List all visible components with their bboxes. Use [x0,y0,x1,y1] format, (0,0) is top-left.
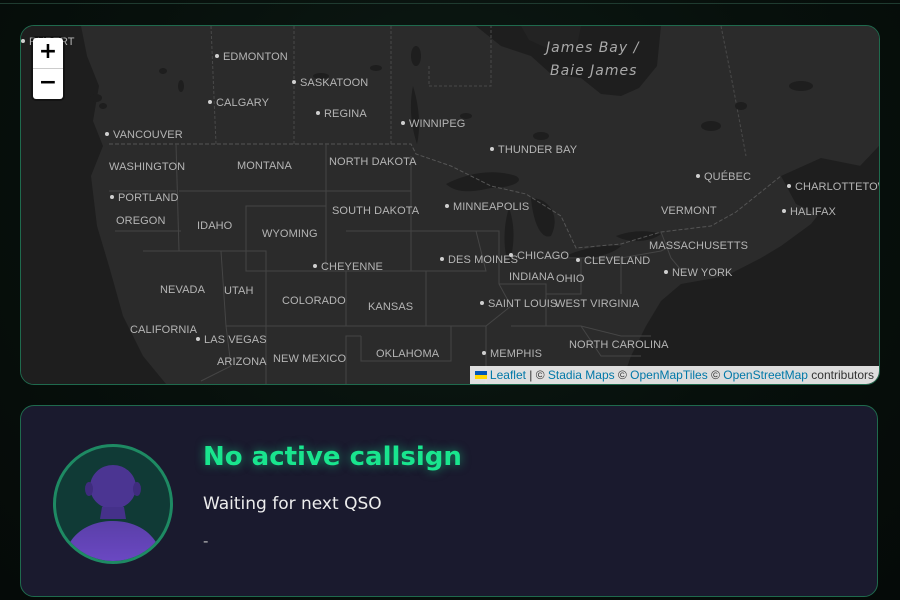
map-label-portland: PORTLAND [110,192,179,204]
attribution-suffix: contributors [807,368,874,382]
map-view[interactable]: + − James Bay / Baie James RUPERT EDMONT… [20,25,880,385]
zoom-out-button[interactable]: − [33,68,63,99]
map-label-new-mexico: NEW MEXICO [273,353,347,365]
openmaptiles-link[interactable]: OpenMapTiles [630,368,708,382]
map-attribution: Leaflet | © Stadia Maps © OpenMapTiles ©… [469,366,879,384]
map-label-minneapolis: MINNEAPOLIS [445,201,529,213]
avatar [53,444,173,564]
stadia-maps-link[interactable]: Stadia Maps [548,368,615,382]
map-label-halifax: HALIFAX [782,206,836,218]
map-label-saint-louis: SAINT LOUIS [480,298,557,310]
map-label-oklahoma: OKLAHOMA [376,348,440,360]
map-label-vancouver: VANCOUVER [105,129,183,141]
map-label-indiana: INDIANA [509,271,555,283]
map-label-massachusetts: MASSACHUSETTS [649,240,749,252]
map-label-quebec: QUÉBEC [696,171,751,183]
water-label-line-1: James Bay / [546,40,640,56]
qso-status: Waiting for next QSO [203,494,382,514]
ukraine-flag-icon [474,370,487,379]
map-label-north-dakota: NORTH DAKOTA [329,156,417,168]
map-label-calgary: CALGARY [208,97,269,109]
map-label-cleveland: CLEVELAND [576,255,650,267]
callsign-card: No active callsign Waiting for next QSO … [20,405,878,597]
map-label-arizona: ARIZONA [217,356,267,368]
map-label-oregon: OREGON [116,215,166,227]
map-label-kansas: KANSAS [368,301,414,313]
map-label-charlottetown: CHARLOTTETOWN [787,181,879,193]
map-label-idaho: IDAHO [197,220,233,232]
map-label-west-virginia: WEST VIRGINIA [555,298,640,310]
map-label-wyoming: WYOMING [262,228,318,240]
map-label-saskatoon: SASKATOON [292,77,368,89]
map-label-des-moines: DES MOINES [440,254,518,266]
map-label-cheyenne: CHEYENNE [313,261,383,273]
zoom-control: + − [33,38,63,99]
map-label-colorado: COLORADO [282,295,346,307]
water-label-line-2: Baie James [550,63,638,79]
map-label-washington: WASHINGTON [109,161,186,173]
zoom-in-button[interactable]: + [33,38,63,68]
map-label-new-york: NEW YORK [664,267,733,279]
map-label-south-dakota: SOUTH DAKOTA [332,205,420,217]
map-label-thunder-bay: THUNDER BAY [490,144,577,156]
map-label-nevada: NEVADA [160,284,206,296]
user-silhouette-icon [64,465,162,561]
map-label-california: CALIFORNIA [130,324,198,336]
water-label-james-bay: James Bay / Baie James [546,37,639,83]
openstreetmap-link[interactable]: OpenStreetMap [723,368,808,382]
map-label-utah: UTAH [224,285,254,297]
map-label-edmonton: EDMONTON [215,51,288,63]
attribution-separator-2: © [614,368,631,382]
map-label-winnipeg: WINNIPEG [401,118,465,130]
attribution-separator-3: © [707,368,724,382]
map-label-las-vegas: LAS VEGAS [196,334,267,346]
leaflet-link[interactable]: Leaflet [490,368,526,382]
top-divider [0,3,900,4]
map-label-montana: MONTANA [237,160,292,172]
callsign-detail: - [203,532,209,550]
map-label-memphis: MEMPHIS [482,348,542,360]
map-label-ohio: OHIO [556,273,585,285]
map-label-regina: REGINA [316,108,367,120]
callsign-title: No active callsign [203,442,462,472]
attribution-separator-1: | © [525,368,548,382]
map-label-vermont: VERMONT [661,205,717,217]
map-label-north-carolina: NORTH CAROLINA [569,339,669,351]
